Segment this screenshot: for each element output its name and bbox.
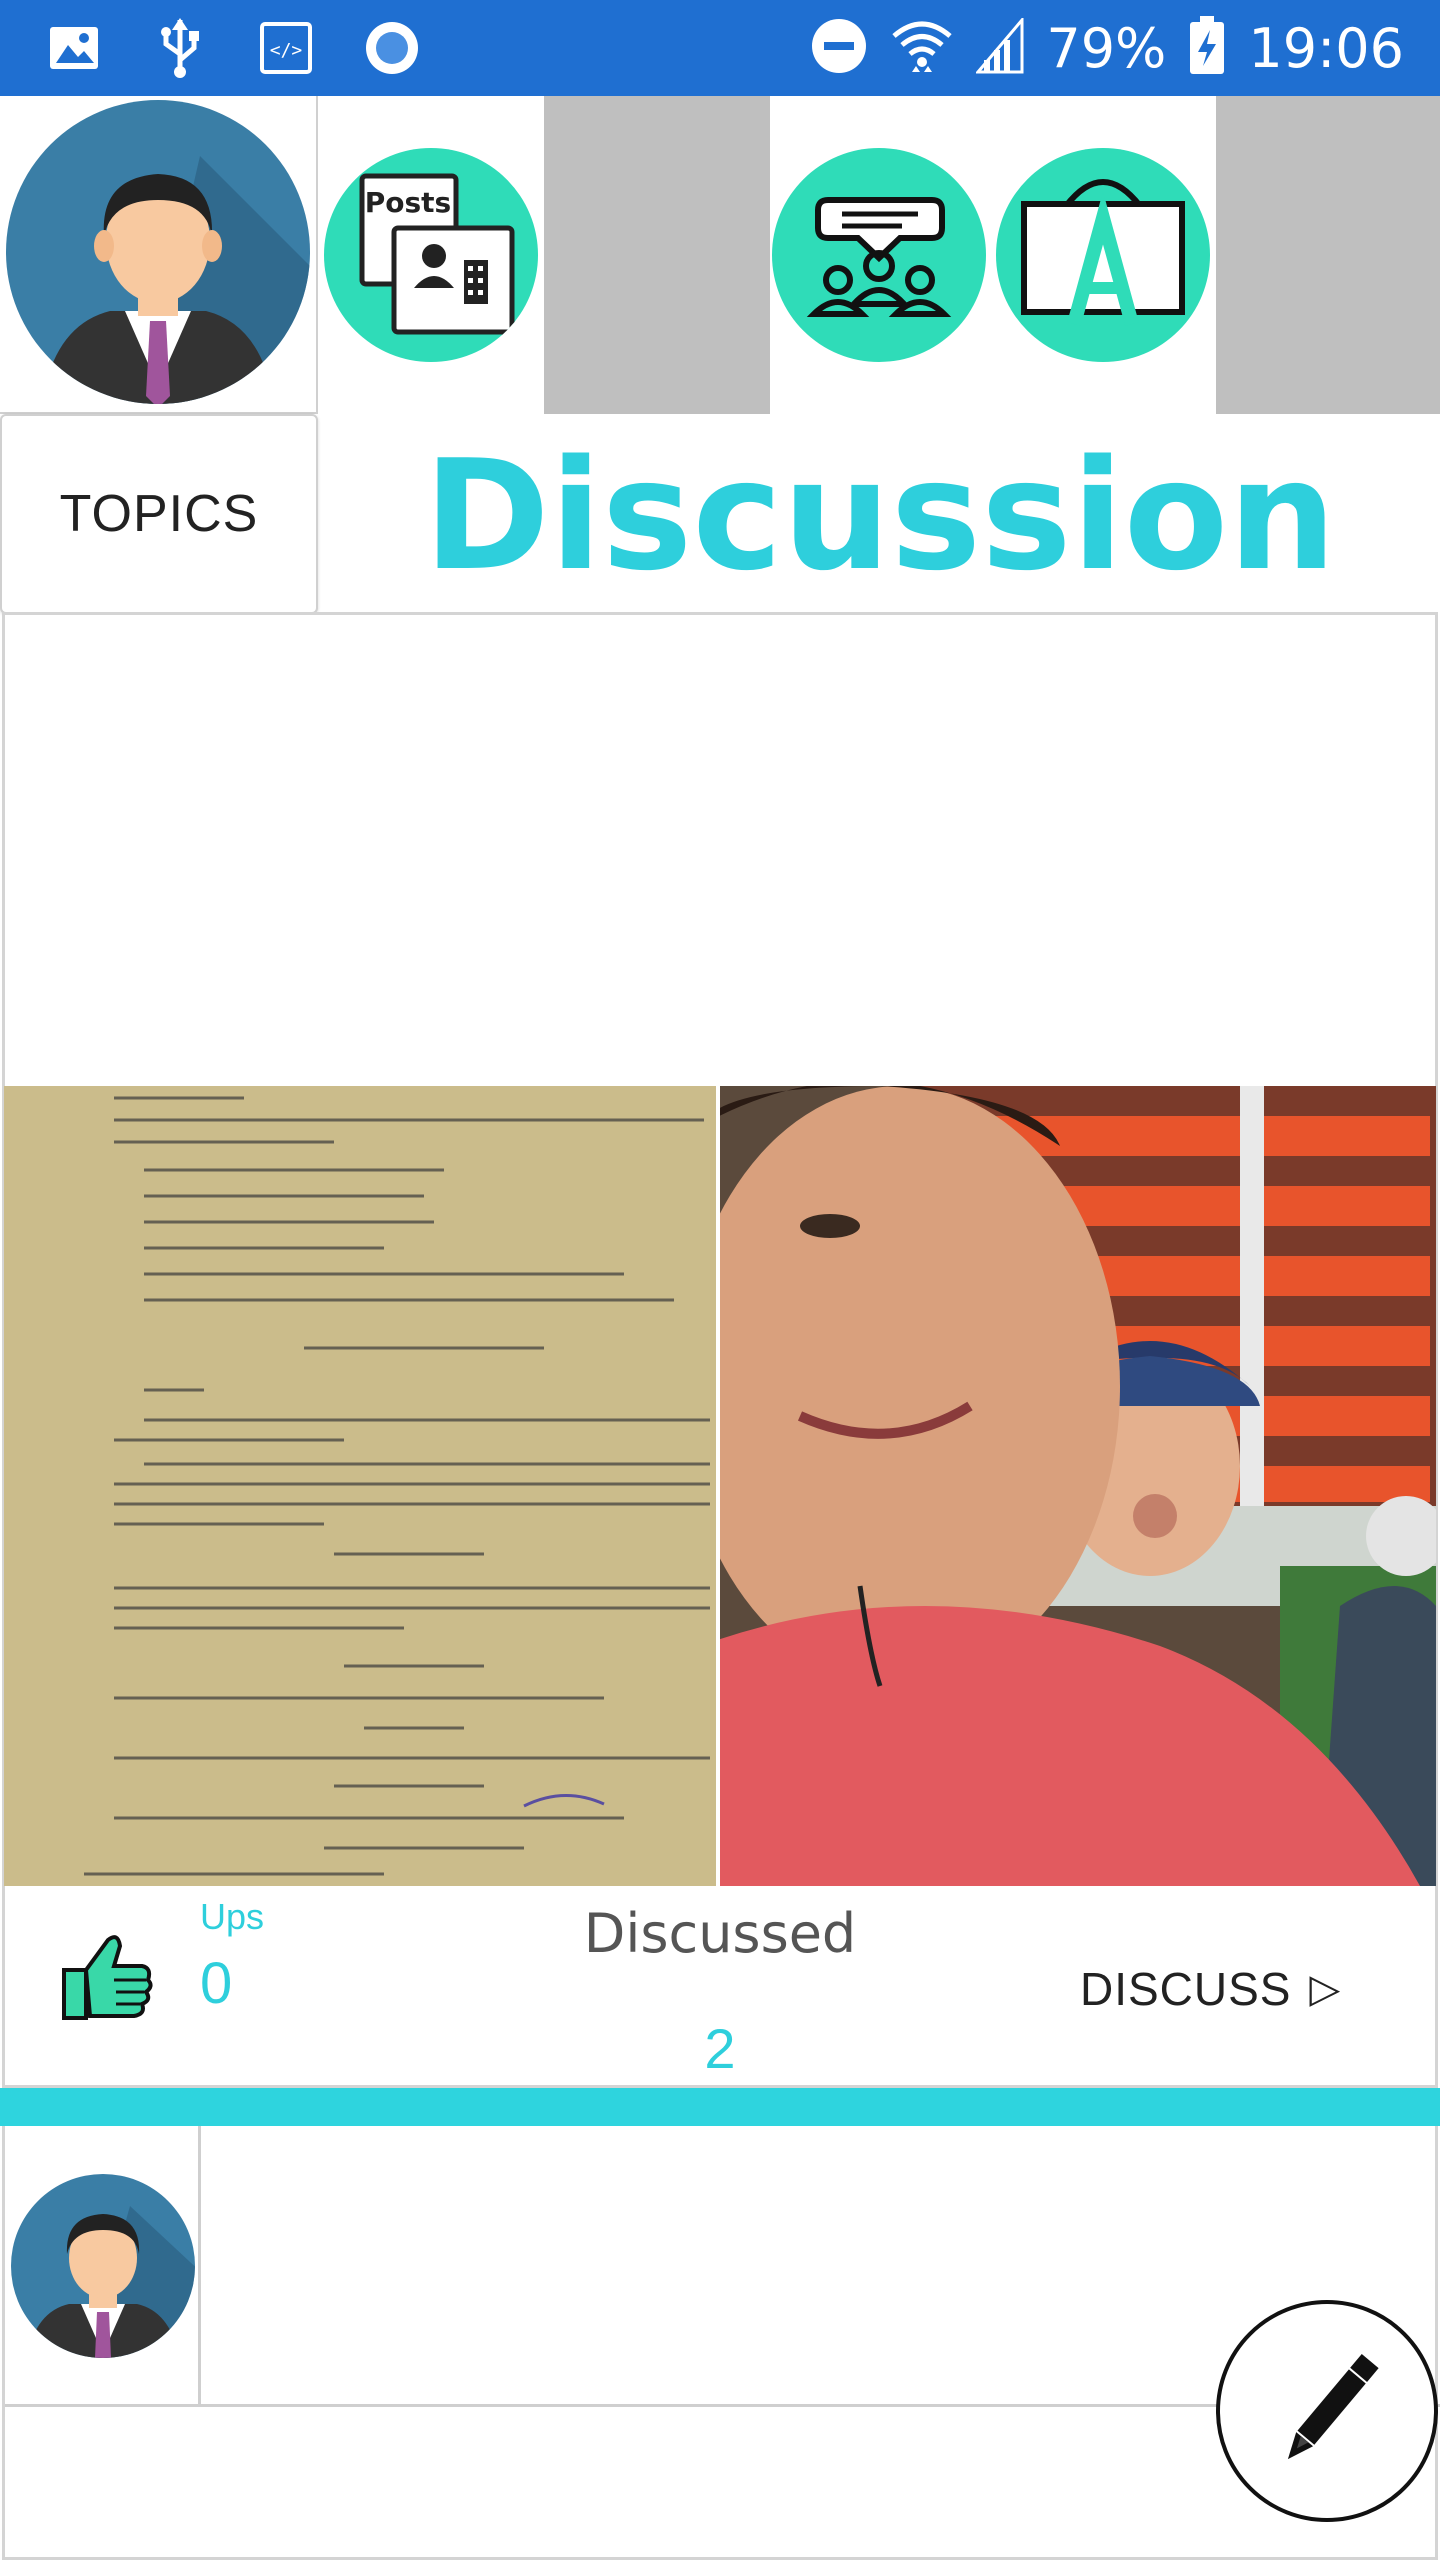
nav-spacer	[1216, 96, 1440, 414]
record-icon	[362, 18, 422, 78]
section-divider-bar	[0, 2088, 1440, 2126]
comment-avatar-cell	[5, 2126, 201, 2404]
clock: 19:06	[1248, 16, 1404, 80]
do-not-disturb-icon	[810, 17, 868, 80]
battery-charging-icon	[1188, 15, 1226, 81]
topics-button[interactable]: TOPICS	[0, 414, 318, 614]
posts-icon[interactable]: Posts	[324, 148, 538, 362]
top-nav: Posts	[318, 96, 1440, 414]
discuss-button[interactable]: DISCUSS ▷	[1080, 1954, 1341, 2024]
discuss-label: DISCUSS	[1080, 1963, 1292, 2015]
discussion-screen: </> 79% 19:06 Posts TOPICS Discussion Up…	[0, 0, 1440, 2560]
user-avatar	[6, 100, 310, 404]
wifi-icon	[890, 16, 954, 81]
play-arrow-icon: ▷	[1309, 1966, 1342, 2012]
comment-area	[2, 2126, 1440, 2560]
selfie-photo[interactable]	[720, 1086, 1436, 1886]
image-icon	[44, 18, 104, 78]
nav-spacer	[544, 96, 770, 414]
pencil-icon	[1287, 2354, 1379, 2460]
discussed-count: 2	[704, 2017, 736, 2080]
battery-percent: 79%	[1046, 16, 1167, 80]
presentation-a-icon[interactable]	[996, 148, 1210, 362]
signal-icon	[975, 15, 1024, 79]
compose-button[interactable]	[1216, 2300, 1438, 2522]
status-bar: </> 79% 19:06	[0, 0, 1440, 96]
discussed-label: Discussed	[583, 1902, 857, 1965]
thumbs-up-icon[interactable]	[56, 1926, 156, 2026]
group-chat-icon[interactable]	[772, 148, 986, 362]
usb-icon	[150, 18, 210, 78]
topics-label: TOPICS	[59, 485, 259, 543]
code-icon: </>	[256, 18, 316, 78]
page-title: Discussion	[423, 426, 1337, 604]
ups-label: Ups	[200, 1896, 265, 1937]
profile-avatar-button[interactable]	[0, 96, 318, 414]
chemistry-textbook-photo[interactable]	[4, 1086, 716, 1886]
ups-count: 0	[200, 1951, 233, 2016]
user-avatar	[11, 2174, 195, 2358]
svg-text:</>: </>	[270, 40, 303, 61]
svg-text:Posts: Posts	[365, 186, 451, 219]
post-text	[5, 615, 1435, 1085]
